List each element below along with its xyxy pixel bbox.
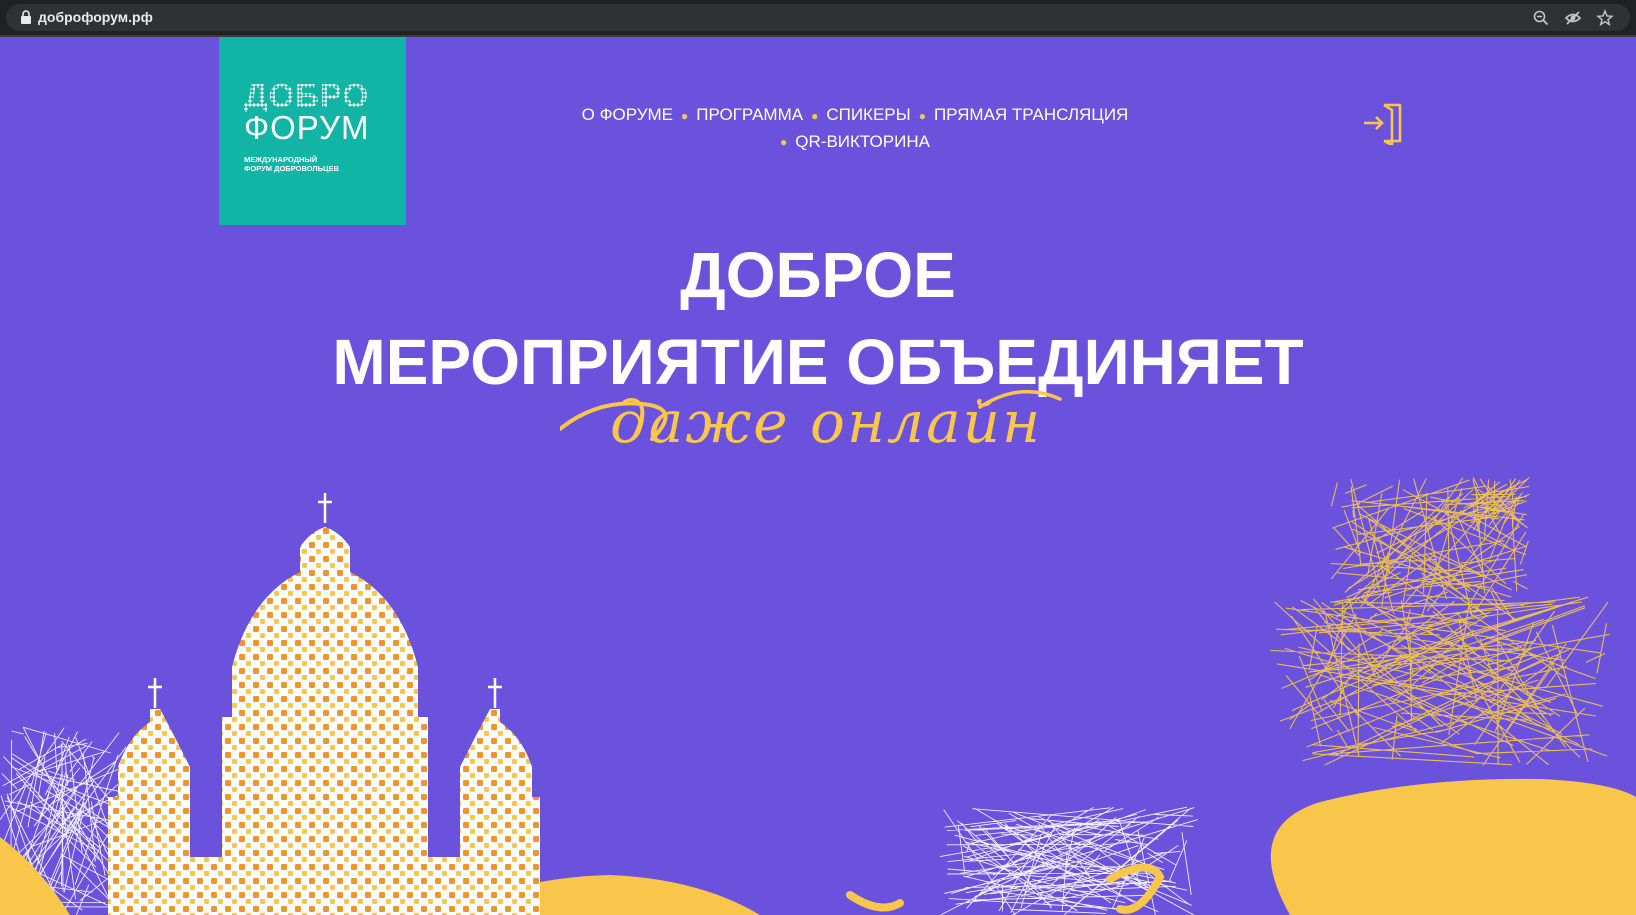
url-text: доброфорум.рф bbox=[38, 9, 153, 25]
nav-separator: ● bbox=[780, 135, 788, 150]
cross-icon bbox=[488, 678, 502, 708]
cross-icon bbox=[318, 493, 332, 523]
zoom-out-icon[interactable] bbox=[1532, 9, 1550, 27]
horseman-rider-scribble bbox=[1469, 476, 1530, 535]
hero-script-text: даже онлайн bbox=[610, 388, 1043, 456]
login-icon[interactable] bbox=[1362, 101, 1406, 145]
page: ДОБРО ФОРУМ МЕЖДУНАРОДНЫЙ ФОРУМ ДОБРОВОЛ… bbox=[0, 37, 1636, 915]
logo-word-top: ДОБРО bbox=[244, 77, 370, 114]
white-scribble-middle bbox=[939, 806, 1198, 915]
address-bar[interactable]: доброфорум.рф bbox=[6, 4, 1630, 31]
hero-title-line1: ДОБРОЕ bbox=[680, 239, 956, 311]
nav-item-program[interactable]: ПРОГРАММА bbox=[696, 102, 803, 128]
nav-separator: ● bbox=[681, 108, 689, 123]
star-icon[interactable] bbox=[1596, 9, 1614, 27]
cross-icon bbox=[148, 678, 162, 708]
nav-item-qr-quiz[interactable]: QR-ВИКТОРИНА bbox=[795, 129, 930, 155]
yellow-blob-right bbox=[1270, 778, 1636, 915]
main-nav: О ФОРУМЕ ● ПРОГРАММА ● СПИКЕРЫ ● ПРЯМАЯ ТРАНСЛ… bbox=[540, 102, 1170, 155]
lock-icon bbox=[21, 10, 31, 24]
nav-item-broadcast[interactable]: ПРЯМАЯ ТРАНСЛЯЦИЯ bbox=[934, 102, 1128, 128]
logo-subtitle: МЕЖДУНАРОДНЫЙ ФОРУМ ДОБРОВОЛЬЦЕВ bbox=[244, 155, 339, 173]
nav-item-about[interactable]: О ФОРУМЕ bbox=[582, 102, 673, 128]
cathedral-illustration bbox=[108, 527, 540, 915]
logo-word-bottom: ФОРУМ bbox=[244, 109, 370, 146]
horseman-scribble-lower bbox=[1270, 596, 1610, 766]
nav-separator: ● bbox=[918, 108, 926, 123]
nav-separator: ● bbox=[811, 108, 819, 123]
logo-subtitle-line1: МЕЖДУНАРОДНЫЙ bbox=[244, 155, 318, 164]
hero-script: даже онлайн bbox=[560, 377, 1100, 477]
eye-off-icon[interactable] bbox=[1564, 9, 1582, 27]
browser-bar: доброфорум.рф bbox=[0, 0, 1636, 37]
logo-subtitle-line2: ФОРУМ ДОБРОВОЛЬЦЕВ bbox=[244, 164, 339, 173]
nav-item-speakers[interactable]: СПИКЕРЫ bbox=[826, 102, 910, 128]
logo[interactable]: ДОБРО ФОРУМ МЕЖДУНАРОДНЫЙ ФОРУМ ДОБРОВОЛ… bbox=[219, 37, 406, 225]
